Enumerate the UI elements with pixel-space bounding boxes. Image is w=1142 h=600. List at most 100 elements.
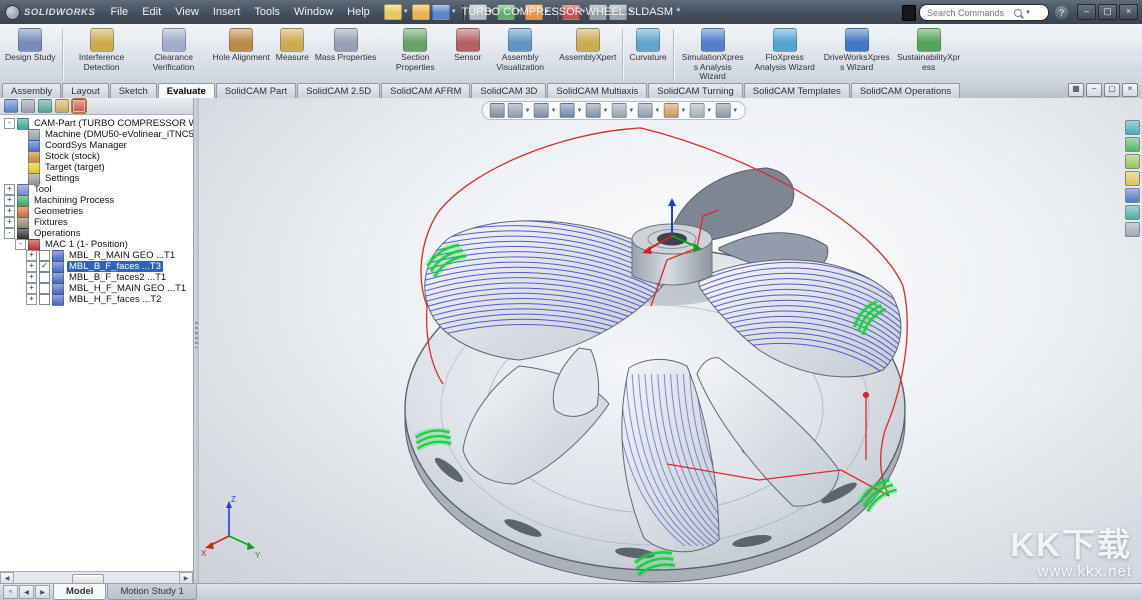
expand-icon[interactable]: +	[4, 217, 15, 228]
tab-solidcam-2-5d[interactable]: SolidCAM 2.5D	[297, 83, 380, 98]
cam-manager-icon[interactable]	[72, 99, 86, 113]
tab-solidcam-templates[interactable]: SolidCAM Templates	[744, 83, 850, 98]
ribbon-hole-alignment[interactable]: Hole Alignment	[210, 26, 273, 65]
property-manager-icon[interactable]	[21, 99, 35, 113]
expand-icon[interactable]: +	[26, 283, 37, 294]
cam-gcode-icon[interactable]	[1125, 171, 1140, 186]
tree-item-fixtures[interactable]: +Fixtures	[2, 217, 193, 228]
hide-show-icon[interactable]	[637, 103, 652, 118]
scroll-track[interactable]	[14, 573, 179, 584]
expand-icon[interactable]: +	[4, 184, 15, 195]
menu-insert[interactable]: Insert	[206, 4, 248, 20]
dropdown-caret-icon[interactable]: ▼	[732, 108, 738, 114]
dropdown-caret-icon[interactable]: ▼	[706, 108, 712, 114]
menu-tools[interactable]: Tools	[247, 4, 287, 20]
dropdown-caret-icon[interactable]: ▼	[403, 9, 409, 15]
collapse-icon[interactable]: -	[4, 118, 15, 129]
dropdown-caret-icon[interactable]: ▼	[602, 108, 608, 114]
tree-item-cam-part-turbo-compressor-wheel[interactable]: -CAM-Part (TURBO COMPRESSOR WHEEL)	[2, 118, 193, 129]
ribbon-floxpress-analysis-wizard[interactable]: FloXpress Analysis Wizard	[749, 26, 821, 74]
graphics-viewport[interactable]: ▼▼▼▼▼▼▼▼▼	[199, 98, 1142, 584]
tree-item-mbl-h-f-faces-t2[interactable]: +MBL_H_F_faces ...T2	[2, 294, 193, 305]
cam-simulate-icon[interactable]	[1125, 120, 1140, 135]
tree-item-mbl-r-main-geo-t1[interactable]: +MBL_R_MAIN GEO ...T1	[2, 250, 193, 261]
next-sheet-icon[interactable]: ▶	[35, 585, 50, 599]
tab-solidcam-operations[interactable]: SolidCAM Operations	[851, 83, 960, 98]
prev-sheet-icon[interactable]: ◀	[19, 585, 34, 599]
restore-button[interactable]: ▢	[1098, 4, 1117, 20]
open-icon[interactable]	[412, 4, 430, 20]
tab-solidcam-turning[interactable]: SolidCAM Turning	[648, 83, 743, 98]
ribbon-interference-detection[interactable]: Interference Detection	[66, 26, 138, 74]
zoom-area-icon[interactable]	[508, 103, 523, 118]
close-button[interactable]: ×	[1119, 4, 1138, 20]
cam-machine-icon[interactable]	[1125, 137, 1140, 152]
configuration-manager-icon[interactable]	[38, 99, 52, 113]
first-sheet-icon[interactable]: «	[3, 585, 18, 599]
search-input[interactable]	[925, 7, 1011, 19]
search-scope-icon[interactable]	[902, 5, 916, 21]
ribbon-mass-properties[interactable]: Mass Properties	[312, 26, 379, 65]
tab-evaluate[interactable]: Evaluate	[158, 83, 215, 98]
save-icon[interactable]	[432, 4, 450, 20]
command-search[interactable]: ▼	[919, 4, 1049, 21]
apply-scene-icon[interactable]	[689, 103, 704, 118]
ribbon-driveworksxpress-wizard[interactable]: DriveWorksXpress Wizard	[821, 26, 893, 74]
cam-settings-icon[interactable]	[1125, 205, 1140, 220]
menu-help[interactable]: Help	[340, 4, 377, 20]
ribbon-assembly-visualization[interactable]: Assembly Visualization	[484, 26, 556, 74]
tree-item-geometries[interactable]: +Geometries	[2, 206, 193, 217]
feature-manager-icon[interactable]	[4, 99, 18, 113]
search-icon[interactable]	[1014, 9, 1022, 17]
tree-item-coordsys-manager[interactable]: CoordSys Manager	[2, 140, 193, 151]
search-caret-icon[interactable]: ▼	[1025, 10, 1031, 16]
cam-tool-icon[interactable]	[1125, 154, 1140, 169]
tab-layout[interactable]: Layout	[62, 83, 109, 98]
ribbon-design-study[interactable]: Design Study	[2, 26, 59, 65]
tree-item-mbl-b-f-faces2-t1[interactable]: +MBL_B_F_faces2 ...T1	[2, 272, 193, 283]
ribbon-curvature[interactable]: Curvature	[626, 26, 669, 65]
viewport-layout-icon[interactable]: ▦	[1068, 83, 1084, 97]
tab-solidcam-part[interactable]: SolidCAM Part	[216, 83, 296, 98]
zoom-fit-icon[interactable]	[490, 103, 505, 118]
ribbon-assemblyxpert[interactable]: AssemblyXpert	[556, 26, 619, 65]
tree-checkbox[interactable]	[39, 272, 50, 283]
dropdown-caret-icon[interactable]: ▼	[525, 108, 531, 114]
expand-icon[interactable]: +	[26, 294, 37, 305]
ribbon-measure[interactable]: Measure	[273, 26, 312, 65]
collapse-icon[interactable]: -	[15, 239, 26, 250]
tree-item-tool[interactable]: +Tool	[2, 184, 193, 195]
dropdown-caret-icon[interactable]: ▼	[628, 108, 634, 114]
expand-icon[interactable]: +	[26, 250, 37, 261]
bottom-tab-motion-study-1[interactable]: Motion Study 1	[107, 584, 196, 600]
minimize-doc-icon[interactable]: –	[1086, 83, 1102, 97]
menu-view[interactable]: View	[168, 4, 206, 20]
dropdown-caret-icon[interactable]: ▼	[577, 108, 583, 114]
cam-sync-icon[interactable]	[1125, 188, 1140, 203]
menu-file[interactable]: File	[103, 4, 135, 20]
tree-checkbox[interactable]	[39, 294, 50, 305]
bottom-tab-model[interactable]: Model	[53, 584, 106, 600]
dropdown-caret-icon[interactable]: ▼	[654, 108, 660, 114]
cam-help-icon[interactable]	[1125, 222, 1140, 237]
help-icon[interactable]: ?	[1055, 6, 1068, 19]
ribbon-sensor[interactable]: Sensor	[451, 26, 484, 65]
tree-item-operations[interactable]: -Operations	[2, 228, 193, 239]
tree-checkbox[interactable]	[39, 283, 50, 294]
dropdown-caret-icon[interactable]: ▼	[680, 108, 686, 114]
tab-solidcam-afrm[interactable]: SolidCAM AFRM	[381, 83, 470, 98]
minimize-button[interactable]: –	[1077, 4, 1096, 20]
dimxpert-manager-icon[interactable]	[55, 99, 69, 113]
tree-item-mbl-h-f-main-geo-t1[interactable]: +MBL_H_F_MAIN GEO ...T1	[2, 283, 193, 294]
menu-window[interactable]: Window	[287, 4, 340, 20]
restore-doc-icon[interactable]: ▢	[1104, 83, 1120, 97]
tab-solidcam-multiaxis[interactable]: SolidCAM Multiaxis	[547, 83, 647, 98]
tree-checkbox[interactable]	[39, 250, 50, 261]
tree-item-mac-1-1-position[interactable]: -MAC 1 (1- Position)	[2, 239, 193, 250]
ribbon-simulationxpress-analysis-wizard[interactable]: SimulationXpress Analysis Wizard	[677, 26, 749, 84]
ribbon-section-properties[interactable]: Section Properties	[379, 26, 451, 74]
tab-sketch[interactable]: Sketch	[110, 83, 157, 98]
expand-icon[interactable]: +	[4, 195, 15, 206]
tree-item-machining-process[interactable]: +Machining Process	[2, 195, 193, 206]
tree-item-mbl-b-f-faces-t3[interactable]: +✓MBL_B_F_faces ...T3	[2, 261, 193, 272]
